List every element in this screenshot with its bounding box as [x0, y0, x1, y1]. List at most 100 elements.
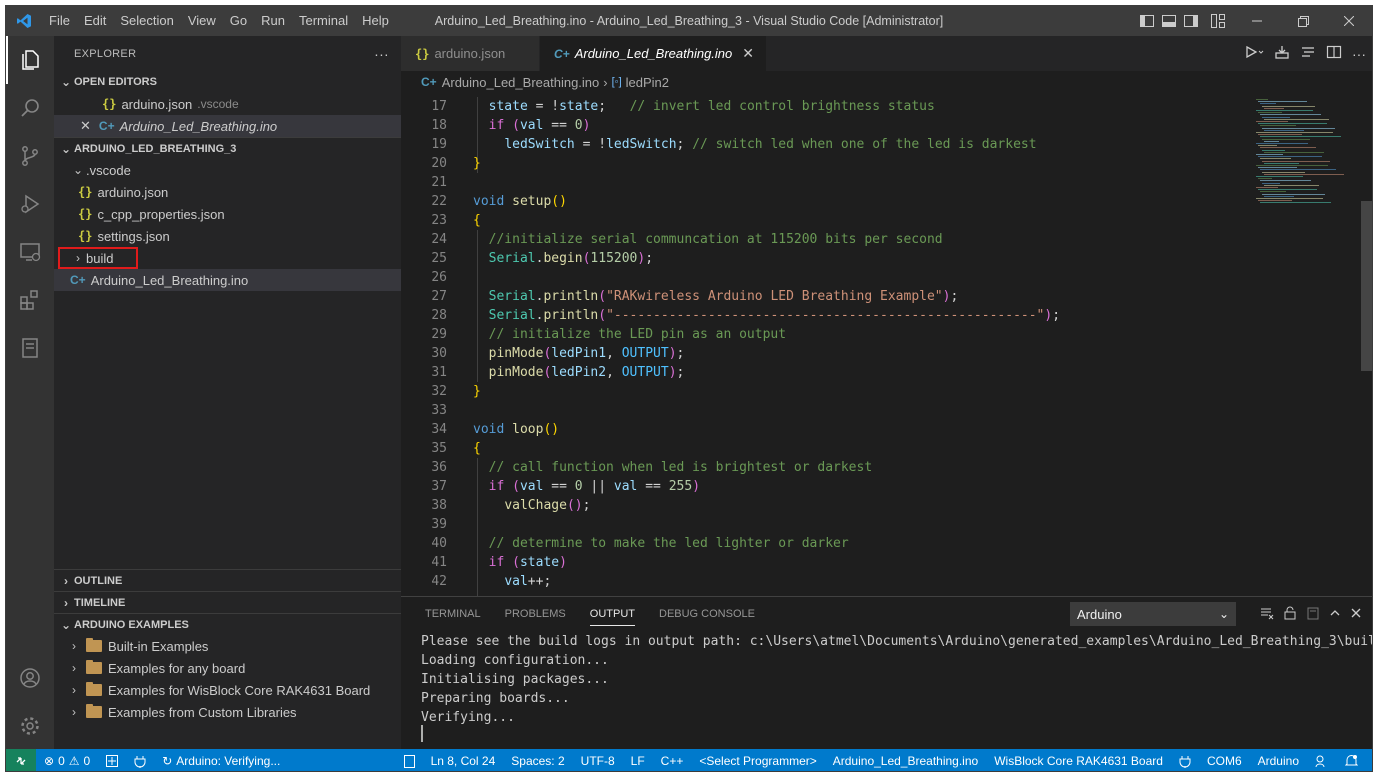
folder-section[interactable]: ⌄ ARDUINO_LED_BREATHING_3: [54, 137, 401, 159]
cursor-position[interactable]: Ln 8, Col 24: [423, 754, 504, 768]
port-select[interactable]: COM6: [1199, 754, 1250, 768]
panel-tab-problems[interactable]: PROBLEMS: [493, 597, 578, 632]
open-log-icon[interactable]: [1306, 606, 1320, 623]
language-mode[interactable]: C++: [653, 754, 692, 768]
example-item[interactable]: › Examples for any board: [54, 657, 401, 679]
explorer-icon[interactable]: [6, 36, 54, 84]
code-line[interactable]: 41 if (state): [401, 553, 1251, 572]
tree-file[interactable]: {} c_cpp_properties.json: [54, 203, 401, 225]
lock-scroll-icon[interactable]: [1283, 606, 1297, 623]
code-line[interactable]: 35 {: [401, 439, 1251, 458]
split-editor-icon[interactable]: [1326, 44, 1342, 63]
indentation[interactable]: Spaces: 2: [503, 754, 572, 768]
search-icon[interactable]: [6, 84, 54, 132]
problems-status[interactable]: ⊗ 0 ⚠ 0: [36, 754, 98, 768]
code-line[interactable]: 17 state = !state; // invert led control…: [401, 97, 1251, 116]
plug-icon[interactable]: [126, 755, 154, 768]
account-icon[interactable]: [6, 654, 54, 702]
code-line[interactable]: 30 pinMode(ledPin1, OUTPUT);: [401, 344, 1251, 363]
close-panel-icon[interactable]: [1350, 607, 1362, 622]
clear-output-icon[interactable]: [1260, 606, 1274, 623]
explorer-more-button[interactable]: ···: [374, 46, 389, 62]
minimap[interactable]: [1256, 97, 1356, 596]
code-line[interactable]: 24 //initialize serial communcation at 1…: [401, 230, 1251, 249]
task-status[interactable]: ↻ Arduino: Verifying...: [154, 754, 288, 768]
breadcrumb-symbol[interactable]: ledPin2: [626, 75, 669, 90]
output-log[interactable]: Please see the build logs in output path…: [421, 632, 1372, 727]
code-line[interactable]: 19 ledSwitch = !ledSwitch; // switch led…: [401, 135, 1251, 154]
line-ending[interactable]: LF: [623, 754, 653, 768]
panel-tab-output[interactable]: OUTPUT: [578, 597, 647, 632]
board-config-icon[interactable]: [98, 755, 126, 767]
programmer-select[interactable]: <Select Programmer>: [691, 754, 824, 768]
code-line[interactable]: 36 // call function when led is brightes…: [401, 458, 1251, 477]
menu-item-terminal[interactable]: Terminal: [292, 6, 355, 36]
code-line[interactable]: 32}: [401, 382, 1251, 401]
encoding[interactable]: UTF-8: [573, 754, 623, 768]
tree-folder-vscode[interactable]: ⌄ .vscode: [54, 159, 401, 181]
menu-item-file[interactable]: File: [42, 6, 77, 36]
run-debug-icon[interactable]: [6, 180, 54, 228]
arduino-mode[interactable]: Arduino: [1250, 754, 1307, 768]
code-line[interactable]: 31 pinMode(ledPin2, OUTPUT);: [401, 363, 1251, 382]
code-line[interactable]: 27 Serial.println("RAKwireless Arduino L…: [401, 287, 1251, 306]
code-line[interactable]: 21: [401, 173, 1251, 192]
close-tab-icon[interactable]: ✕: [742, 45, 754, 62]
tab-arduino-json[interactable]: {} arduino.json ✕: [401, 36, 541, 71]
output-channel-select[interactable]: Arduino ⌄: [1070, 602, 1236, 626]
source-control-icon[interactable]: [6, 132, 54, 180]
code-line[interactable]: 29 // initialize the LED pin as an outpu…: [401, 325, 1251, 344]
close-icon[interactable]: ✕: [80, 118, 91, 134]
panel-tab-debug-console[interactable]: DEBUG CONSOLE: [647, 597, 767, 632]
tree-file-main[interactable]: C+ Arduino_Led_Breathing.ino: [54, 269, 401, 291]
code-editor[interactable]: 17 state = !state; // invert led control…: [401, 97, 1251, 596]
maximize-panel-icon[interactable]: [1329, 607, 1341, 622]
menu-item-run[interactable]: Run: [254, 6, 292, 36]
open-editor-item[interactable]: {} arduino.json .vscode: [54, 93, 401, 115]
remote-indicator-icon[interactable]: [6, 749, 36, 771]
code-line[interactable]: 18 if (val == 0): [401, 116, 1251, 135]
code-line[interactable]: 40 // determine to make the led lighter …: [401, 534, 1251, 553]
notifications-bell-icon[interactable]: [1337, 754, 1366, 768]
serial-monitor-icon[interactable]: [1300, 44, 1316, 63]
outline-section[interactable]: › OUTLINE: [54, 569, 401, 591]
tab-arduino-led-breathing[interactable]: C+ Arduino_Led_Breathing.ino ✕: [540, 36, 768, 71]
menu-item-selection[interactable]: Selection: [113, 6, 180, 36]
example-item[interactable]: › Examples for WisBlock Core RAK4631 Boa…: [54, 679, 401, 701]
open-editor-item[interactable]: ✕ C+ Arduino_Led_Breathing.ino: [54, 115, 401, 137]
code-line[interactable]: 23 {: [401, 211, 1251, 230]
toggle-panel-icon[interactable]: [1158, 6, 1180, 36]
code-line[interactable]: 20}: [401, 154, 1251, 173]
arduino-verify-icon[interactable]: [1274, 44, 1290, 63]
customize-layout-icon[interactable]: [1202, 6, 1234, 36]
menu-item-go[interactable]: Go: [223, 6, 254, 36]
sketch-select[interactable]: Arduino_Led_Breathing.ino: [825, 754, 986, 768]
example-item[interactable]: › Built-in Examples: [54, 635, 401, 657]
close-window-icon[interactable]: [1326, 6, 1372, 36]
remote-explorer-icon[interactable]: [6, 228, 54, 276]
tree-file[interactable]: {} arduino.json: [54, 181, 401, 203]
code-line[interactable]: 25 Serial.begin(115200);: [401, 249, 1251, 268]
feedback-icon[interactable]: [1307, 754, 1337, 768]
more-actions-icon[interactable]: ···: [1352, 46, 1366, 62]
editor-scrollbar[interactable]: [1361, 201, 1372, 371]
arduino-examples-section[interactable]: ⌄ ARDUINO EXAMPLES: [54, 613, 401, 635]
settings-gear-icon[interactable]: [6, 702, 54, 750]
code-line[interactable]: 26: [401, 268, 1251, 287]
minimize-icon[interactable]: [1234, 6, 1280, 36]
panel-tab-terminal[interactable]: TERMINAL: [413, 597, 493, 632]
restore-icon[interactable]: [1280, 6, 1326, 36]
code-line[interactable]: 34 void loop(): [401, 420, 1251, 439]
toggle-secondary-sidebar-icon[interactable]: [1180, 6, 1202, 36]
board-select[interactable]: WisBlock Core RAK4631 Board: [986, 754, 1171, 768]
code-line[interactable]: 42 val++;: [401, 572, 1251, 591]
code-line[interactable]: 39: [401, 515, 1251, 534]
plug-icon[interactable]: [1171, 755, 1199, 768]
code-line[interactable]: 28 Serial.println("---------------------…: [401, 306, 1251, 325]
menu-item-help[interactable]: Help: [355, 6, 396, 36]
file-status-icon[interactable]: [396, 754, 423, 768]
toggle-sidebar-icon[interactable]: [1136, 6, 1158, 36]
breadcrumb-file[interactable]: Arduino_Led_Breathing.ino: [442, 75, 600, 90]
menu-item-view[interactable]: View: [181, 6, 223, 36]
menu-item-edit[interactable]: Edit: [77, 6, 113, 36]
